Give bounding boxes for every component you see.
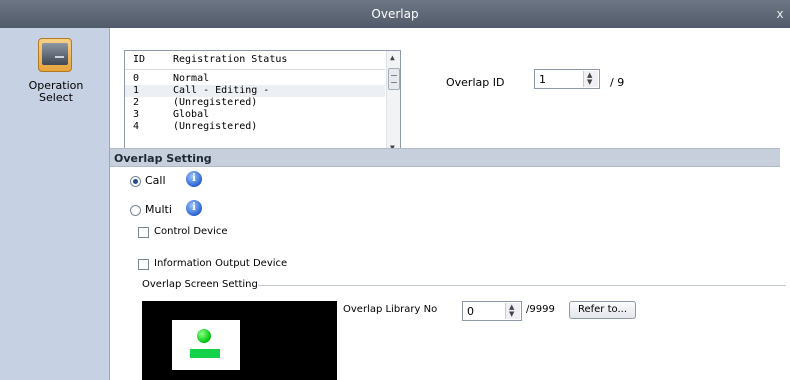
operation-select-button[interactable]: Operation Select xyxy=(8,34,104,124)
list-header: ID Registration Status xyxy=(125,51,385,70)
multi-info-icon[interactable]: i xyxy=(186,200,202,216)
main-content: ID Registration Status 0 Normal 1 Call -… xyxy=(110,28,790,380)
call-info-icon[interactable]: i xyxy=(186,171,202,187)
info-output-device-checkbox[interactable] xyxy=(138,259,149,270)
overlap-library-label: Overlap Library No xyxy=(343,304,438,315)
sidebar: Operation Select xyxy=(0,28,110,380)
operation-select-text: Operation Select xyxy=(28,79,84,104)
scroll-thumb[interactable] xyxy=(388,68,400,90)
info-output-device-label[interactable]: Information Output Device xyxy=(154,258,287,269)
group-divider xyxy=(258,285,786,286)
overlap-library-max: /9999 xyxy=(526,304,555,315)
lamp-icon xyxy=(197,329,211,343)
switch-icon xyxy=(190,349,220,358)
section-header-overlap-setting: Overlap Setting xyxy=(110,148,780,167)
library-spin-buttons[interactable]: ▲ ▼ xyxy=(505,303,520,319)
multi-radio-label[interactable]: Multi xyxy=(145,203,172,216)
list-item[interactable]: 2 (Unregistered) xyxy=(125,97,385,109)
overlap-id-label: Overlap ID xyxy=(446,76,505,89)
section-title: Overlap Setting xyxy=(114,152,212,165)
call-radio[interactable] xyxy=(130,176,141,187)
overlap-library-input[interactable] xyxy=(465,303,509,319)
spin-down-icon[interactable]: ▼ xyxy=(587,79,592,86)
overlap-preview xyxy=(142,301,337,380)
control-device-label[interactable]: Control Device xyxy=(154,226,228,237)
list-item[interactable]: 0 Normal xyxy=(125,73,385,85)
preview-window xyxy=(172,320,240,370)
operation-select-label: Operation Select xyxy=(8,80,104,104)
overlap-id-stepper[interactable]: ▲ ▼ xyxy=(534,69,600,89)
call-radio-label[interactable]: Call xyxy=(145,174,166,187)
refer-to-button[interactable]: Refer to... xyxy=(569,301,636,319)
overlap-screen-setting-label: Overlap Screen Setting xyxy=(142,279,258,290)
overlap-id-input[interactable] xyxy=(537,71,581,87)
column-header-status: Registration Status xyxy=(173,54,288,65)
overlap-library-stepper[interactable]: ▲ ▼ xyxy=(462,301,522,321)
title-bar: Overlap x xyxy=(0,0,790,28)
scroll-up-icon[interactable]: ▲ xyxy=(390,53,395,62)
multi-radio[interactable] xyxy=(130,205,141,216)
close-icon[interactable]: x xyxy=(774,0,786,28)
overlap-id-spin-buttons[interactable]: ▲ ▼ xyxy=(583,71,598,87)
list-item[interactable]: 4 (Unregistered) xyxy=(125,121,385,133)
column-header-id: ID xyxy=(133,54,146,65)
spin-down-icon[interactable]: ▼ xyxy=(509,311,514,318)
list-item-selected[interactable]: 1 Call - Editing - xyxy=(125,85,385,97)
list-scrollbar[interactable]: ▲ ▼ xyxy=(386,51,400,157)
control-device-checkbox[interactable] xyxy=(138,227,149,238)
window-title: Overlap xyxy=(371,7,419,21)
registration-list[interactable]: ID Registration Status 0 Normal 1 Call -… xyxy=(124,50,401,158)
overlap-id-max: / 9 xyxy=(610,76,625,89)
display-device-icon xyxy=(38,38,72,72)
list-item[interactable]: 3 Global xyxy=(125,109,385,121)
